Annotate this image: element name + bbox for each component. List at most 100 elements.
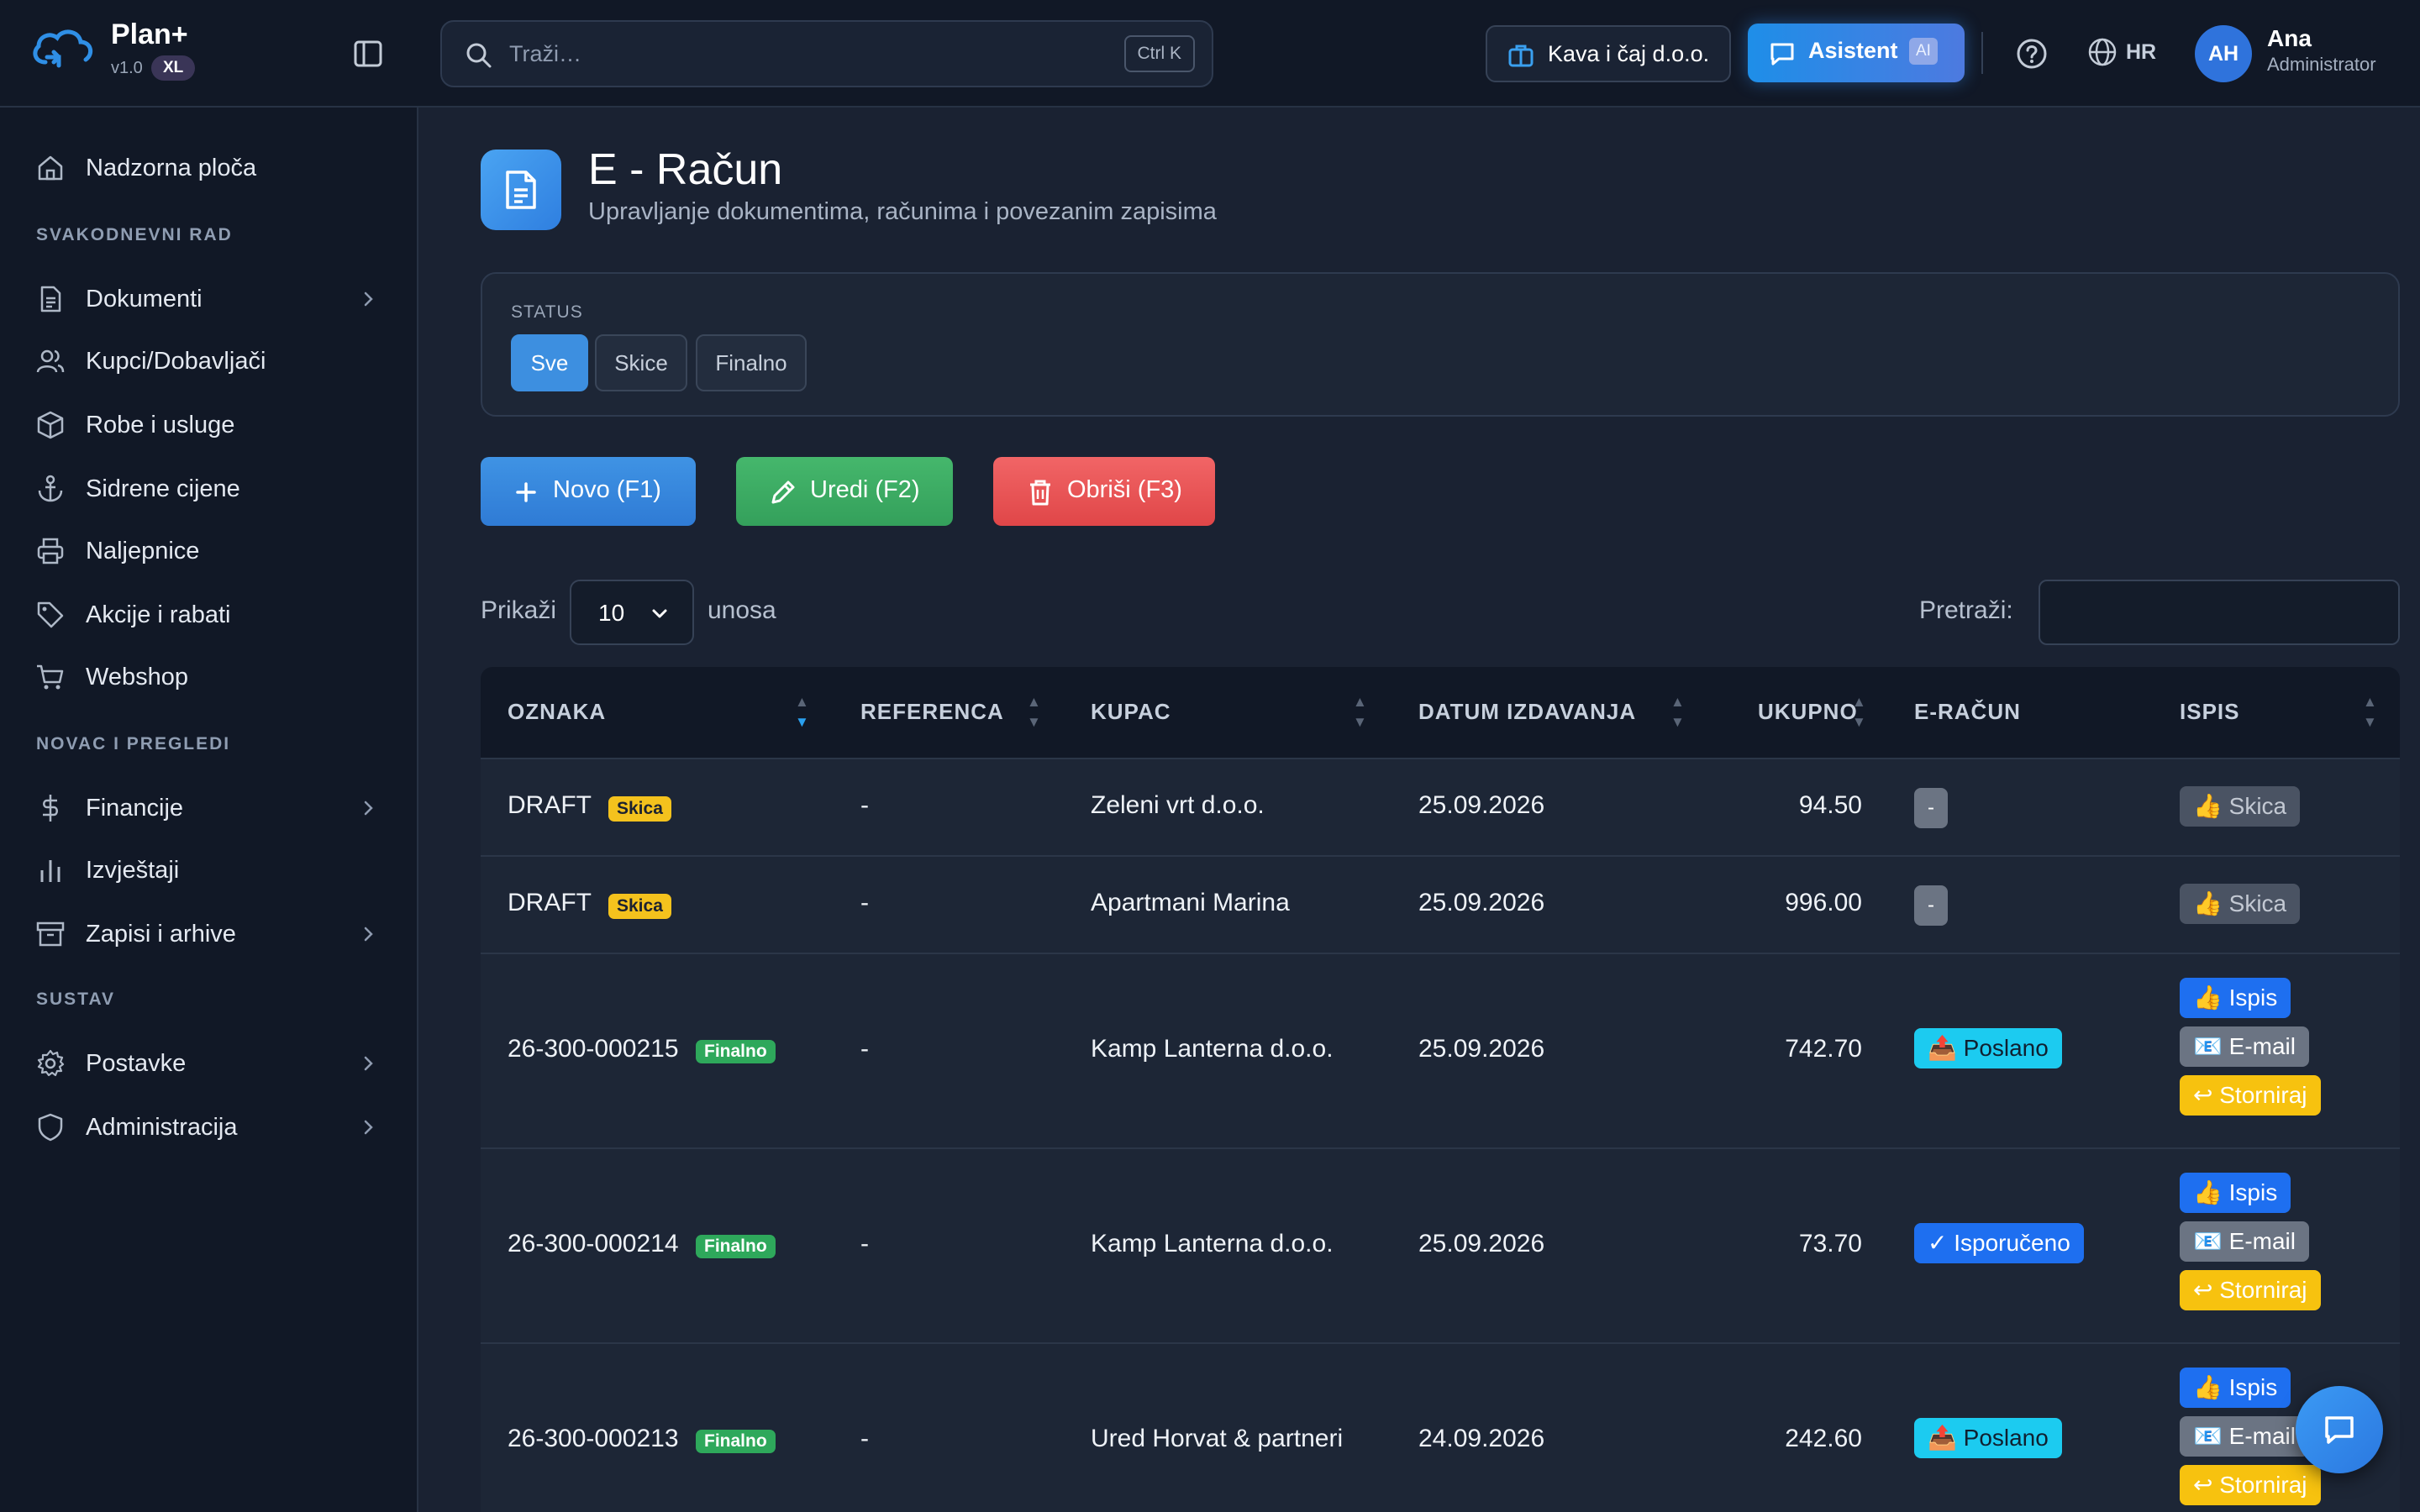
- page-subtitle: Upravljanje dokumentima, računima i pove…: [588, 198, 1217, 225]
- new-document-button[interactable]: Novo (F1): [481, 457, 696, 526]
- edit-document-button[interactable]: Uredi (F2): [736, 457, 953, 526]
- sidebar-item-izvjestaji[interactable]: Izvještaji: [0, 840, 417, 899]
- assistant-button[interactable]: Asistent AI: [1748, 24, 1965, 82]
- sidebar-item-naljepnice[interactable]: Naljepnice: [0, 521, 417, 580]
- column-header-referenca[interactable]: REFERENCA: [860, 699, 1004, 725]
- ai-badge: AI: [1909, 38, 1938, 65]
- table-row[interactable]: 26-300-000215 Finalno - Kamp Lanterna d.…: [481, 953, 2400, 1147]
- search-icon: [466, 43, 492, 68]
- delete-document-button[interactable]: Obriši (F3): [993, 457, 1215, 526]
- chat-fab-button[interactable]: [2296, 1386, 2383, 1473]
- cell-referenca: -: [860, 791, 869, 819]
- sidebar-item-label: Zapisi i arhive: [86, 921, 236, 948]
- bar-chart-icon: [40, 860, 60, 882]
- column-header-kupac[interactable]: KUPAC: [1091, 699, 1171, 725]
- sort-indicator-icon[interactable]: ▲ ▼: [1353, 692, 1367, 732]
- table-search-input[interactable]: [2039, 580, 2400, 645]
- sort-indicator-icon[interactable]: ▲ ▼: [1852, 692, 1866, 732]
- column-header-ispis[interactable]: ISPIS: [2180, 699, 2239, 725]
- storno-button[interactable]: ↩ Storniraj: [2180, 1465, 2321, 1505]
- sidebar-item-webshop[interactable]: Webshop: [0, 647, 417, 706]
- cell-kupac: Kamp Lanterna d.o.o.: [1091, 1035, 1334, 1063]
- sort-indicator-icon[interactable]: ▲ ▼: [2363, 692, 2377, 732]
- draft-print-button[interactable]: 👍 Skica: [2180, 786, 2301, 827]
- cell-referenca: -: [860, 1035, 869, 1063]
- sidebar-item-dashboard[interactable]: Nadzorna ploča: [0, 138, 417, 197]
- filter-chip-sve[interactable]: Sve: [511, 334, 588, 391]
- sort-indicator-icon[interactable]: ▲ ▼: [1027, 692, 1041, 732]
- language-switcher[interactable]: HR: [2126, 40, 2156, 65]
- entries-label: unosa: [708, 596, 776, 624]
- status-badge: Skica: [608, 796, 671, 822]
- email-button[interactable]: 📧 E-mail: [2180, 1416, 2309, 1457]
- sidebar-item-administracija[interactable]: Administracija: [0, 1097, 417, 1156]
- brand-name: Plan+: [111, 18, 188, 50]
- column-header-datum[interactable]: DATUM IZDAVANJA: [1418, 699, 1636, 725]
- table-row[interactable]: 26-300-000213 Finalno - Ured Horvat & pa…: [481, 1342, 2400, 1512]
- sidebar: Nadzorna ploča SVAKODNEVNI RAD Dokumenti…: [0, 108, 418, 1512]
- storno-button[interactable]: ↩ Storniraj: [2180, 1270, 2321, 1310]
- chevron-right-icon: [364, 927, 373, 942]
- page-size-select[interactable]: 10: [570, 580, 694, 645]
- cell-kupac: Apartmani Marina: [1091, 889, 1290, 916]
- sidebar-item-dokumenti[interactable]: Dokumenti: [0, 269, 417, 328]
- storno-button[interactable]: ↩ Storniraj: [2180, 1075, 2321, 1116]
- cell-datum: 24.09.2026: [1418, 1425, 1545, 1452]
- sidebar-item-label: Webshop: [86, 664, 188, 690]
- sidebar-item-kupci[interactable]: Kupci/Dobavljači: [0, 331, 417, 390]
- company-selector-button[interactable]: Kava i čaj d.o.o.: [1486, 25, 1731, 82]
- cell-referenca: -: [860, 889, 869, 916]
- column-header-ukupno[interactable]: UKUPNO: [1758, 699, 1858, 725]
- sidebar-toggle-icon[interactable]: [351, 37, 385, 71]
- print-button[interactable]: 👍 Ispis: [2180, 1368, 2291, 1408]
- email-button[interactable]: 📧 E-mail: [2180, 1221, 2309, 1262]
- edit-button-label: Uredi (F2): [810, 476, 920, 503]
- file-text-icon: [40, 286, 61, 312]
- global-search-input[interactable]: Traži… Ctrl K: [440, 20, 1213, 87]
- search-shortcut: Ctrl K: [1123, 35, 1195, 72]
- cart-icon: [37, 664, 64, 690]
- eracun-status-badge: ✓ Isporučeno: [1914, 1223, 2084, 1263]
- status-badge: Finalno: [696, 1040, 776, 1063]
- sidebar-item-financije[interactable]: Financije: [0, 778, 417, 837]
- draft-print-button[interactable]: 👍 Skica: [2180, 884, 2301, 924]
- sidebar-item-zapisi[interactable]: Zapisi i arhive: [0, 904, 417, 963]
- filter-chip-finalno[interactable]: Finalno: [696, 334, 807, 391]
- brand-version: v1.0: [111, 59, 143, 77]
- sidebar-item-sidrene-cijene[interactable]: Sidrene cijene: [0, 459, 417, 517]
- trash-icon: [1030, 480, 1050, 506]
- user-avatar[interactable]: AH: [2195, 25, 2252, 82]
- status-filter-label: STATUS: [511, 302, 583, 322]
- sort-indicator-icon[interactable]: ▲ ▼: [1670, 692, 1685, 732]
- cell-referenca: -: [860, 1230, 869, 1257]
- cell-oznaka: 26-300-000214: [508, 1230, 679, 1257]
- email-button[interactable]: 📧 E-mail: [2180, 1026, 2309, 1067]
- eracun-status-badge: 📤 Poslano: [1914, 1028, 2062, 1068]
- print-button[interactable]: 👍 Ispis: [2180, 978, 2291, 1018]
- sort-indicator-icon[interactable]: ▲ ▼: [795, 692, 809, 732]
- sidebar-item-label: Kupci/Dobavljači: [86, 348, 266, 375]
- cell-kupac: Zeleni vrt d.o.o.: [1091, 791, 1265, 819]
- plan-badge: XL: [151, 55, 196, 81]
- sidebar-item-akcije[interactable]: Akcije i rabati: [0, 585, 417, 643]
- table-row[interactable]: DRAFT Skica - Apartmani Marina 25.09.202…: [481, 855, 2400, 953]
- globe-icon[interactable]: [2087, 37, 2118, 67]
- table-row[interactable]: 26-300-000214 Finalno - Kamp Lanterna d.…: [481, 1147, 2400, 1342]
- cell-ukupno: 94.50: [1798, 791, 1862, 819]
- home-icon: [38, 155, 63, 181]
- eracun-status-badge: -: [1914, 788, 1948, 828]
- print-button[interactable]: 👍 Ispis: [2180, 1173, 2291, 1213]
- chevron-right-icon: [364, 801, 373, 816]
- column-header-oznaka[interactable]: OZNAKA: [508, 699, 606, 725]
- help-icon[interactable]: [2015, 37, 2049, 71]
- table-search-label: Pretraži:: [1919, 596, 2013, 624]
- users-icon: [36, 349, 65, 373]
- filter-chip-skice[interactable]: Skice: [595, 334, 687, 391]
- table-row[interactable]: DRAFT Skica - Zeleni vrt d.o.o. 25.09.20…: [481, 758, 2400, 855]
- cell-ukupno: 996.00: [1785, 889, 1862, 916]
- plus-icon: [516, 482, 536, 502]
- sidebar-item-postavke[interactable]: Postavke: [0, 1033, 417, 1092]
- sidebar-item-robe[interactable]: Robe i usluge: [0, 395, 417, 454]
- column-header-eracun[interactable]: E-RAČUN: [1914, 699, 2021, 725]
- table-header: OZNAKA ▲ ▼ REFERENCA ▲ ▼ KUPAC ▲ ▼ DATUM IZ…: [481, 667, 2400, 758]
